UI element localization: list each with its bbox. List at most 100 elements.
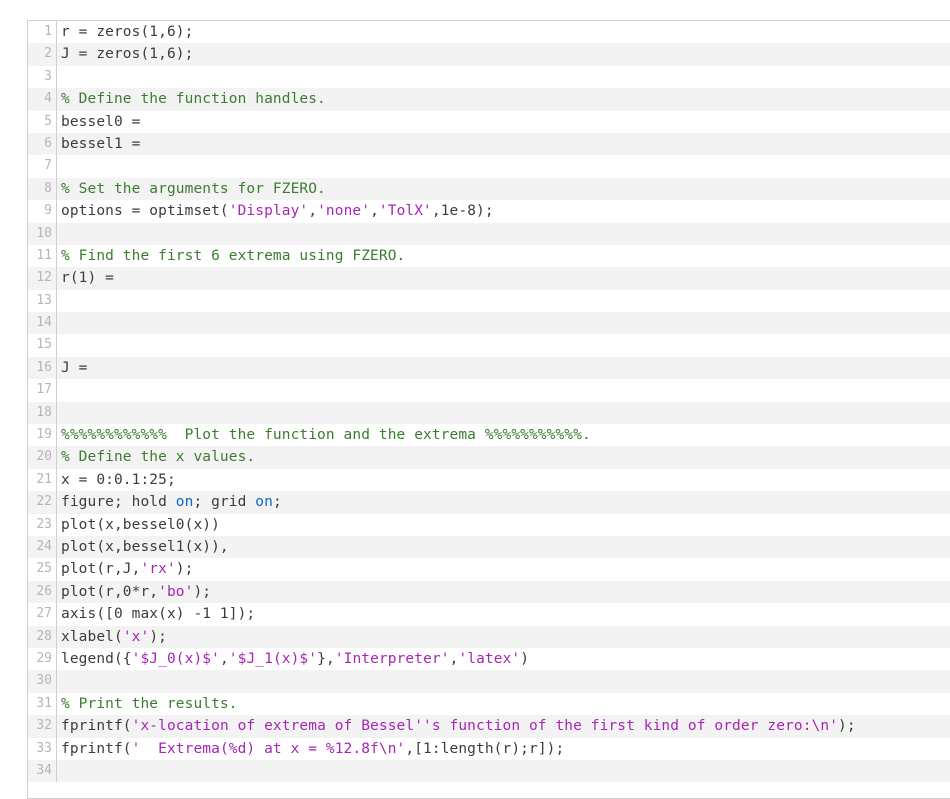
syntax-normal: ); <box>149 629 167 645</box>
code-line[interactable]: 29legend({'$J_0(x)$','$J_1(x)$'},'Interp… <box>28 648 950 670</box>
syntax-normal: , <box>370 203 379 219</box>
code-line[interactable]: 9options = optimset('Display','none','To… <box>28 200 950 222</box>
code-text[interactable] <box>57 670 950 692</box>
code-text[interactable]: bessel0 = <box>57 111 950 133</box>
code-text[interactable]: plot(x,bessel1(x)), <box>57 536 950 558</box>
code-text[interactable] <box>57 290 950 312</box>
code-text[interactable] <box>57 66 950 88</box>
code-line[interactable]: 22figure; hold on; grid on; <box>28 491 950 513</box>
line-number: 24 <box>28 536 57 558</box>
code-line[interactable]: 7 <box>28 155 950 177</box>
code-container[interactable]: 1r = zeros(1,6);2J = zeros(1,6);34% Defi… <box>27 20 950 799</box>
code-text[interactable] <box>57 760 950 782</box>
code-line[interactable]: 24plot(x,bessel1(x)), <box>28 536 950 558</box>
code-line[interactable]: 8% Set the arguments for FZERO. <box>28 178 950 200</box>
code-line[interactable]: 6bessel1 = <box>28 133 950 155</box>
code-text[interactable]: xlabel('x'); <box>57 626 950 648</box>
code-line[interactable]: 27axis([0 max(x) -1 1]); <box>28 603 950 625</box>
syntax-string: 'x-location of extrema of Bessel''s func… <box>132 718 838 734</box>
line-number: 4 <box>28 88 57 110</box>
code-line[interactable]: 3 <box>28 66 950 88</box>
code-line[interactable]: 17 <box>28 379 950 401</box>
syntax-string: ' Extrema(%d) at x = %12.8f\n' <box>132 741 406 757</box>
code-text[interactable] <box>57 223 950 245</box>
code-line[interactable]: 10 <box>28 223 950 245</box>
code-text[interactable]: r(1) = <box>57 267 950 289</box>
syntax-normal: figure; hold <box>61 494 176 510</box>
line-number: 26 <box>28 581 57 603</box>
syntax-normal: plot(x,bessel1(x)), <box>61 539 229 555</box>
line-number: 22 <box>28 491 57 513</box>
code-line[interactable]: 23plot(x,bessel0(x)) <box>28 514 950 536</box>
code-text[interactable] <box>57 312 950 334</box>
code-text[interactable]: legend({'$J_0(x)$','$J_1(x)$'},'Interpre… <box>57 648 950 670</box>
code-text[interactable]: options = optimset('Display','none','Tol… <box>57 200 950 222</box>
syntax-string: 'none' <box>317 203 370 219</box>
syntax-string: '$J_1(x)$' <box>229 651 317 667</box>
code-line[interactable]: 14 <box>28 312 950 334</box>
code-line[interactable]: 5bessel0 = <box>28 111 950 133</box>
code-line[interactable]: 20% Define the x values. <box>28 446 950 468</box>
code-line[interactable]: 21x = 0:0.1:25; <box>28 469 950 491</box>
line-number: 23 <box>28 514 57 536</box>
code-line[interactable]: 2J = zeros(1,6); <box>28 43 950 65</box>
code-text[interactable]: fprintf(' Extrema(%d) at x = %12.8f\n',[… <box>57 738 950 760</box>
code-text[interactable] <box>57 379 950 401</box>
code-line[interactable]: 4% Define the function handles. <box>28 88 950 110</box>
code-text[interactable]: J = zeros(1,6); <box>57 43 950 65</box>
code-line[interactable]: 1r = zeros(1,6); <box>28 21 950 43</box>
syntax-string: 'bo' <box>158 584 193 600</box>
code-text[interactable]: % Define the function handles. <box>57 88 950 110</box>
syntax-normal: plot(x,bessel0(x)) <box>61 517 220 533</box>
line-number: 6 <box>28 133 57 155</box>
syntax-normal: ,1e-8); <box>432 203 494 219</box>
code-text[interactable]: J = <box>57 357 950 379</box>
code-line[interactable]: 18 <box>28 402 950 424</box>
code-line[interactable]: 25plot(r,J,'rx'); <box>28 558 950 580</box>
syntax-normal: plot(r,0*r, <box>61 584 158 600</box>
code-line[interactable]: 19%%%%%%%%%%%% Plot the function and the… <box>28 424 950 446</box>
code-line[interactable]: 30 <box>28 670 950 692</box>
code-line[interactable]: 28xlabel('x'); <box>28 626 950 648</box>
code-text[interactable] <box>57 334 950 356</box>
code-text[interactable]: fprintf('x-location of extrema of Bessel… <box>57 715 950 737</box>
syntax-string: 'TolX' <box>379 203 432 219</box>
code-line[interactable]: 15 <box>28 334 950 356</box>
code-line[interactable]: 34 <box>28 760 950 782</box>
code-text[interactable]: plot(r,0*r,'bo'); <box>57 581 950 603</box>
line-number: 9 <box>28 200 57 222</box>
syntax-normal: ; <box>273 494 282 510</box>
line-number: 12 <box>28 267 57 289</box>
code-text[interactable]: figure; hold on; grid on; <box>57 491 950 513</box>
code-text[interactable]: plot(x,bessel0(x)) <box>57 514 950 536</box>
code-line[interactable]: 13 <box>28 290 950 312</box>
code-text[interactable]: % Define the x values. <box>57 446 950 468</box>
code-text[interactable]: r = zeros(1,6); <box>57 21 950 43</box>
code-text[interactable]: axis([0 max(x) -1 1]); <box>57 603 950 625</box>
code-line[interactable]: 12r(1) = <box>28 267 950 289</box>
line-number: 14 <box>28 312 57 334</box>
code-text[interactable]: %%%%%%%%%%%% Plot the function and the e… <box>57 424 950 446</box>
code-text[interactable]: % Find the first 6 extrema using FZERO. <box>57 245 950 267</box>
code-text[interactable]: % Set the arguments for FZERO. <box>57 178 950 200</box>
line-number: 18 <box>28 402 57 424</box>
code-line[interactable]: 32fprintf('x-location of extrema of Bess… <box>28 715 950 737</box>
code-line[interactable]: 16J = <box>28 357 950 379</box>
syntax-keyword: on <box>176 494 194 510</box>
syntax-normal: ); <box>838 718 856 734</box>
line-number: 25 <box>28 558 57 580</box>
syntax-string: 'Display' <box>229 203 308 219</box>
code-text[interactable] <box>57 402 950 424</box>
code-text[interactable]: plot(r,J,'rx'); <box>57 558 950 580</box>
line-number: 5 <box>28 111 57 133</box>
code-line[interactable]: 11% Find the first 6 extrema using FZERO… <box>28 245 950 267</box>
code-text[interactable] <box>57 155 950 177</box>
code-editor: 1r = zeros(1,6);2J = zeros(1,6);34% Defi… <box>0 0 950 799</box>
code-text[interactable]: % Print the results. <box>57 693 950 715</box>
code-line[interactable]: 31% Print the results. <box>28 693 950 715</box>
code-line[interactable]: 26plot(r,0*r,'bo'); <box>28 581 950 603</box>
syntax-normal: , <box>220 651 229 667</box>
code-text[interactable]: x = 0:0.1:25; <box>57 469 950 491</box>
code-line[interactable]: 33fprintf(' Extrema(%d) at x = %12.8f\n'… <box>28 738 950 760</box>
code-text[interactable]: bessel1 = <box>57 133 950 155</box>
